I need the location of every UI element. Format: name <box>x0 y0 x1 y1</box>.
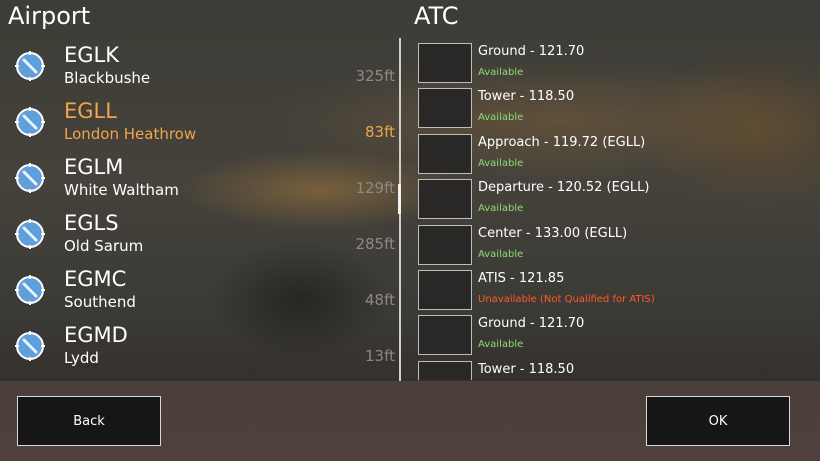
airport-elevation: 13ft <box>365 347 395 365</box>
airport-name: Lydd <box>64 349 99 367</box>
atc-thumbnail <box>418 315 472 356</box>
atc-item[interactable]: Tower - 118.50 Available <box>414 85 820 130</box>
atc-frequency-label: Ground - 121.70 <box>478 44 585 59</box>
atc-frequency-label: Tower - 118.50 <box>478 89 575 105</box>
atc-frequency-label: ATIS - 121.85 <box>478 271 565 286</box>
atc-frequency-label: Tower - 118.50 <box>478 361 575 377</box>
atc-status: Available <box>478 157 524 169</box>
atc-thumbnail <box>418 43 472 83</box>
airport-elevation: 325ft <box>355 67 395 85</box>
airport-elevation: 83ft <box>365 123 395 141</box>
airport-name: Old Sarum <box>64 237 144 255</box>
atc-status: Available <box>478 67 524 78</box>
airport-code: EGMD <box>64 323 128 347</box>
atc-thumbnail <box>418 360 472 380</box>
atc-thumbnail <box>418 133 472 174</box>
compass-icon <box>14 50 46 82</box>
airport-elevation: 285ft <box>355 235 395 253</box>
atc-thumbnail <box>418 88 472 129</box>
atc-header: ATC <box>414 2 459 30</box>
airport-code: EGLM <box>64 155 124 179</box>
airport-code: EGLK <box>64 43 120 67</box>
airport-code: EGMC <box>64 267 127 291</box>
atc-item[interactable]: Departure - 120.52 (EGLL) Available <box>414 176 820 221</box>
airport-item-egmd[interactable]: EGMD Lydd 13ft <box>0 318 400 374</box>
atc-item[interactable]: Ground - 121.70 Available <box>414 40 820 85</box>
airport-name: Southend <box>64 293 136 311</box>
compass-icon <box>14 162 46 194</box>
atc-frequency-label: Ground - 121.70 <box>478 316 585 332</box>
atc-item[interactable]: Ground - 121.70 Available <box>414 312 820 357</box>
atc-item[interactable]: Approach - 119.72 (EGLL) Available <box>414 131 820 176</box>
airport-elevation: 48ft <box>365 291 395 309</box>
airport-item-eglk[interactable]: EGLK Blackbushe 325ft <box>0 38 400 94</box>
compass-icon <box>14 106 46 138</box>
atc-thumbnail <box>418 224 472 265</box>
compass-icon <box>14 274 46 306</box>
compass-icon <box>14 218 46 250</box>
airport-item-egmc[interactable]: EGMC Southend 48ft <box>0 262 400 318</box>
airport-item-egll[interactable]: EGLL London Heathrow 83ft <box>0 94 400 150</box>
atc-thumbnail <box>418 179 472 220</box>
airport-code: EGLL <box>64 99 117 123</box>
airport-name: Blackbushe <box>64 69 151 87</box>
compass-icon <box>14 330 46 362</box>
airport-header: Airport <box>8 2 91 30</box>
atc-status: Unavailable (Not Qualified for ATIS) <box>478 294 655 305</box>
scrollbar-thumb[interactable] <box>398 184 401 214</box>
atc-thumbnail <box>418 270 472 310</box>
atc-frequency-label: Center - 133.00 (EGLL) <box>478 225 628 241</box>
atc-frequency-label: Departure - 120.52 (EGLL) <box>478 180 650 196</box>
airport-code: EGLS <box>64 211 119 235</box>
airport-item-eglm[interactable]: EGLM White Waltham 129ft <box>0 150 400 206</box>
airport-name: London Heathrow <box>64 125 197 143</box>
atc-item[interactable]: Tower - 118.50 <box>414 358 820 380</box>
atc-status: Available <box>478 248 524 260</box>
airport-item-egls[interactable]: EGLS Old Sarum 285ft <box>0 206 400 262</box>
airport-elevation: 129ft <box>355 179 395 197</box>
ok-button[interactable]: OK <box>646 396 790 446</box>
atc-item[interactable]: Center - 133.00 (EGLL) Available <box>414 222 820 267</box>
airport-name: White Waltham <box>64 181 179 199</box>
atc-status: Available <box>478 203 524 215</box>
back-button[interactable]: Back <box>17 396 161 446</box>
atc-list: Ground - 121.70 Available Tower - 118.50 Av… <box>414 40 820 380</box>
atc-status: Available <box>478 339 524 351</box>
atc-status: Available <box>478 112 524 124</box>
atc-frequency-label: Approach - 119.72 (EGLL) <box>478 134 646 150</box>
atc-item[interactable]: ATIS - 121.85 Unavailable (Not Qualified … <box>414 267 820 312</box>
airport-list: EGLK Blackbushe 325ft EGLL London Heathrow 83… <box>0 38 400 378</box>
